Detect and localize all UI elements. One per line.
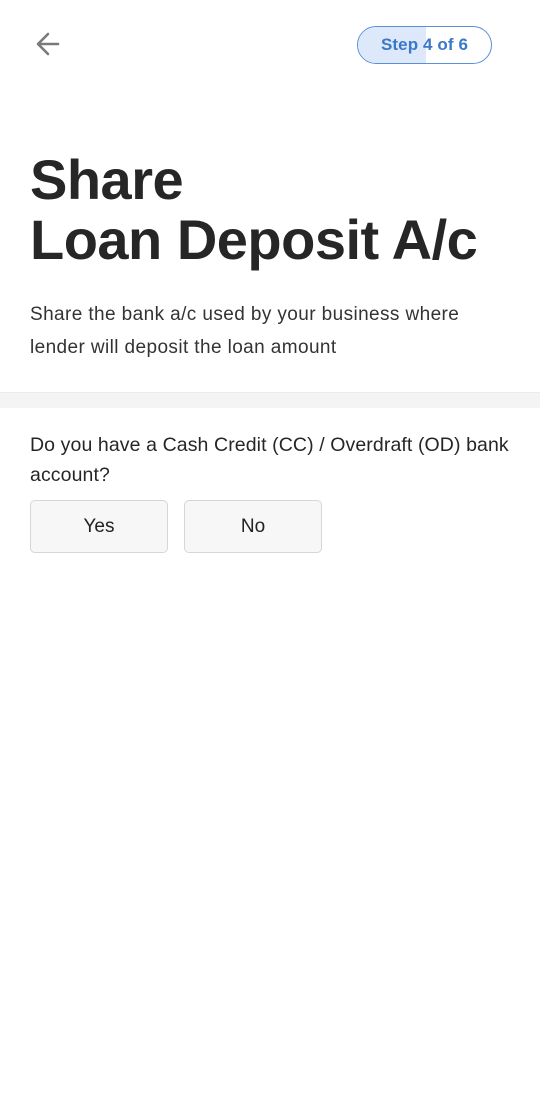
cc-od-question: Do you have a Cash Credit (CC) / Overdra…: [30, 430, 510, 553]
arrow-left-icon: [34, 30, 62, 63]
step-progress-label: Step 4 of 6: [380, 35, 469, 54]
question-text: Do you have a Cash Credit (CC) / Overdra…: [30, 434, 509, 486]
top-bar: Step 4 of 6: [0, 0, 540, 90]
page-subtitle: Share the bank a/c used by your business…: [30, 304, 460, 358]
page-title-line2: Loan Deposit A/c: [30, 208, 478, 271]
section-divider: [0, 392, 540, 408]
back-button[interactable]: [30, 28, 66, 64]
page-title-line1: Share: [30, 148, 184, 211]
no-button[interactable]: No: [184, 500, 322, 553]
answer-options: Yes No: [30, 500, 510, 553]
hero-section: Share Loan Deposit A/c Share the bank a/…: [0, 90, 540, 364]
yes-button[interactable]: Yes: [30, 500, 168, 553]
step-progress-badge: Step 4 of 6: [357, 26, 492, 64]
